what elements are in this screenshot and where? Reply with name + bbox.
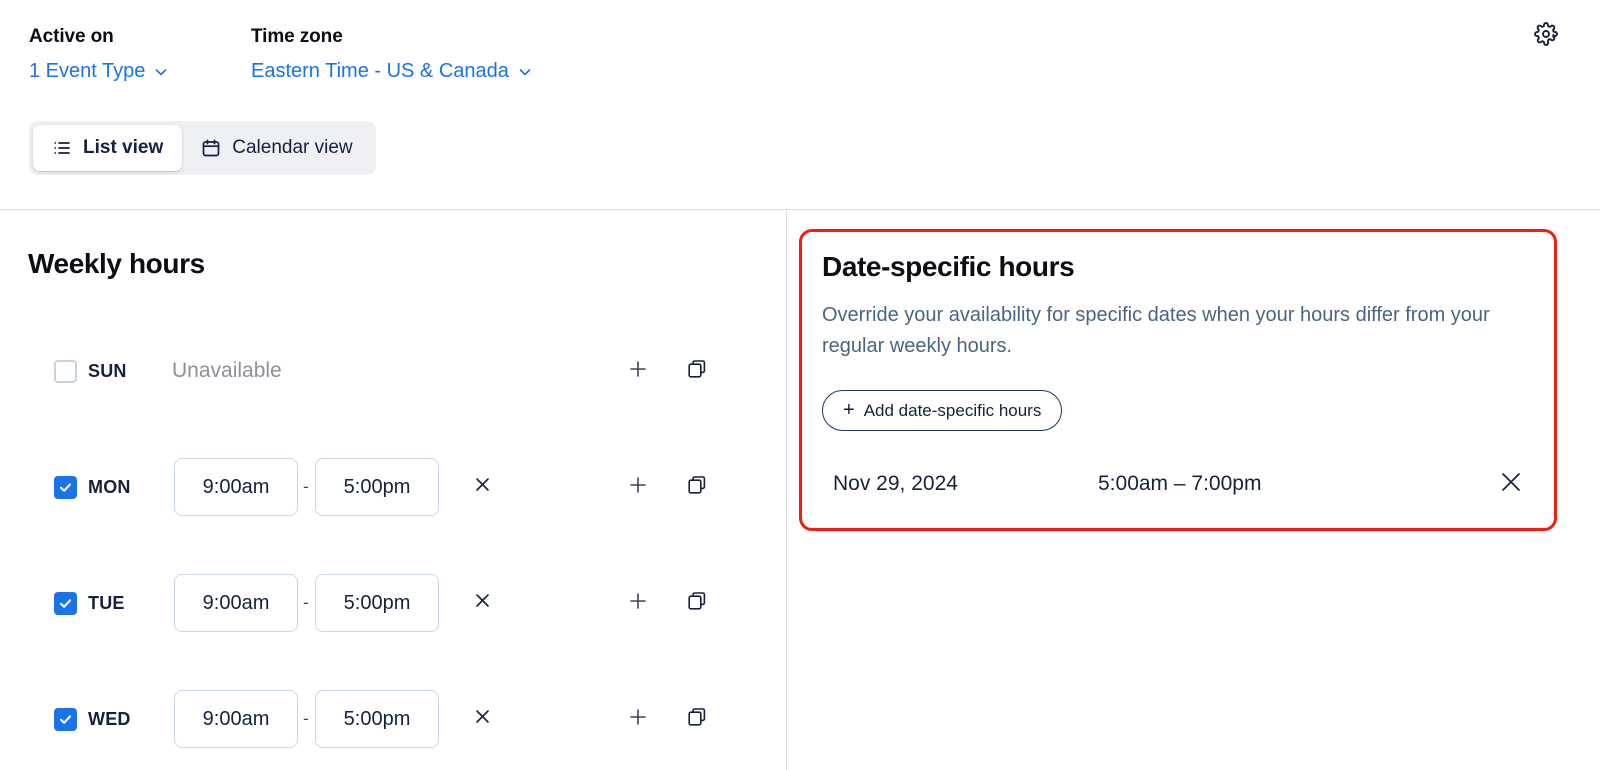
- end-time-input-wed[interactable]: 5:00pm: [315, 690, 439, 748]
- chevron-down-icon: [518, 65, 532, 79]
- tab-list-view[interactable]: List view: [33, 125, 183, 171]
- plus-icon: +: [843, 398, 855, 421]
- date-specific-hours-description: Override your availability for specific …: [822, 304, 1490, 357]
- plus-icon: [627, 706, 649, 733]
- view-toggle: List view Calendar view: [29, 121, 376, 175]
- copy-icon: [686, 590, 708, 617]
- close-x-icon: [1498, 469, 1524, 500]
- add-interval-button-tue[interactable]: [626, 591, 650, 615]
- start-time-input-mon[interactable]: 9:00am: [174, 458, 298, 516]
- list-icon: [52, 138, 72, 158]
- time-zone-field: Time zone Eastern Time - US & Canada: [251, 26, 532, 83]
- start-time-input-tue[interactable]: 9:00am: [174, 574, 298, 632]
- end-time-input-tue[interactable]: 5:00pm: [315, 574, 439, 632]
- active-on-value: 1 Event Type: [29, 60, 146, 82]
- remove-interval-button-tue[interactable]: [471, 592, 493, 614]
- availability-schedule-page: Active on 1 Event Type Time zone Eastern…: [0, 0, 1600, 770]
- tab-calendar-view-label: Calendar view: [232, 137, 353, 158]
- plus-icon: [627, 474, 649, 501]
- day-checkbox-mon[interactable]: [54, 475, 77, 499]
- end-time-input-mon[interactable]: 5:00pm: [315, 458, 439, 516]
- check-icon: [59, 482, 72, 492]
- range-separator: -: [303, 477, 309, 496]
- duplicate-button-wed[interactable]: [685, 707, 709, 731]
- check-icon: [59, 598, 72, 608]
- date-override-date: Nov 29, 2024: [833, 472, 958, 495]
- duplicate-button-tue[interactable]: [685, 591, 709, 615]
- add-interval-button-mon[interactable]: [626, 475, 650, 499]
- range-separator: -: [303, 593, 309, 612]
- weekly-hours-title: Weekly hours: [28, 248, 205, 279]
- day-label-sun: SUN: [88, 360, 127, 381]
- range-separator: -: [303, 709, 309, 728]
- table-row: TUE 9:00am - 5:00pm: [0, 545, 786, 661]
- date-override-time-range: 5:00am – 7:00pm: [1098, 472, 1262, 495]
- close-x-icon: [473, 591, 492, 615]
- active-on-dropdown[interactable]: 1 Event Type: [29, 59, 168, 83]
- day-label-wed: WED: [88, 708, 131, 729]
- tab-calendar-view[interactable]: Calendar view: [182, 125, 371, 171]
- weekly-hours-list: SUN Unavailable MON 9:00am - 5:00pm TUE …: [0, 313, 786, 770]
- gear-icon: [1534, 21, 1558, 51]
- plus-icon: [627, 590, 649, 617]
- remove-date-override-button[interactable]: [1497, 470, 1525, 498]
- close-x-icon: [473, 707, 492, 731]
- unavailable-text-sun: Unavailable: [172, 359, 282, 382]
- day-checkbox-wed[interactable]: [54, 707, 77, 731]
- duplicate-button-mon[interactable]: [685, 475, 709, 499]
- header-bar: Active on 1 Event Type Time zone Eastern…: [0, 0, 1600, 210]
- remove-interval-button-mon[interactable]: [471, 476, 493, 498]
- time-zone-label: Time zone: [251, 26, 343, 47]
- add-date-specific-hours-button[interactable]: + Add date-specific hours: [822, 390, 1063, 431]
- time-zone-dropdown[interactable]: Eastern Time - US & Canada: [251, 59, 532, 83]
- calendar-icon: [201, 138, 221, 158]
- time-zone-value: Eastern Time - US & Canada: [251, 60, 509, 82]
- plus-icon: [627, 358, 649, 385]
- add-interval-button-sun[interactable]: [626, 359, 650, 383]
- day-checkbox-tue[interactable]: [54, 591, 77, 615]
- day-label-tue: TUE: [88, 592, 125, 613]
- day-checkbox-sun[interactable]: [54, 359, 77, 383]
- add-interval-button-wed[interactable]: [626, 707, 650, 731]
- active-on-field: Active on 1 Event Type: [29, 26, 168, 83]
- start-time-input-wed[interactable]: 9:00am: [174, 690, 298, 748]
- table-row: MON 9:00am - 5:00pm: [0, 429, 786, 545]
- table-row: SUN Unavailable: [0, 313, 786, 429]
- add-date-specific-hours-label: Add date-specific hours: [863, 400, 1042, 420]
- active-on-label: Active on: [29, 26, 114, 47]
- date-specific-hours-panel: Date-specific hours Override your availa…: [787, 210, 1600, 770]
- weekly-hours-panel: Weekly hours SUN Unavailable MON 9:00am …: [0, 210, 786, 770]
- remove-interval-button-wed[interactable]: [471, 708, 493, 730]
- date-specific-hours-title: Date-specific hours: [822, 251, 1075, 282]
- table-row: WED 9:00am - 5:00pm: [0, 661, 786, 770]
- copy-icon: [686, 358, 708, 385]
- close-x-icon: [473, 475, 492, 499]
- copy-icon: [686, 474, 708, 501]
- tab-list-view-label: List view: [83, 137, 164, 158]
- copy-icon: [686, 706, 708, 733]
- date-specific-hours-highlight: Date-specific hours Override your availa…: [799, 229, 1557, 531]
- list-item: Nov 29, 2024 5:00am – 7:00pm: [802, 464, 1554, 508]
- check-icon: [59, 714, 72, 724]
- chevron-down-icon: [154, 65, 168, 79]
- settings-button[interactable]: [1532, 21, 1560, 51]
- day-label-mon: MON: [88, 476, 131, 497]
- duplicate-button-sun[interactable]: [685, 359, 709, 383]
